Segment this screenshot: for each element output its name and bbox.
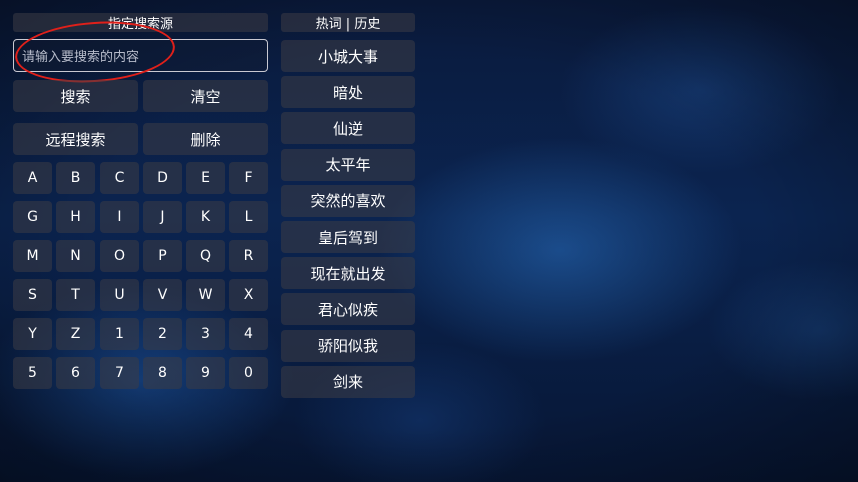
key-button[interactable]: 6 [56, 357, 95, 389]
hot-history-header[interactable]: 热词 | 历史 [281, 13, 415, 32]
key-button[interactable]: 8 [143, 357, 182, 389]
key-button[interactable]: W [186, 279, 225, 311]
key-button[interactable]: D [143, 162, 182, 194]
hot-word-item[interactable]: 皇后驾到 [281, 221, 415, 253]
key-button[interactable]: R [229, 240, 268, 272]
key-button[interactable]: U [100, 279, 139, 311]
key-button[interactable]: E [186, 162, 225, 194]
key-button[interactable]: F [229, 162, 268, 194]
hot-word-item[interactable]: 暗处 [281, 76, 415, 109]
hot-word-item[interactable]: 骄阳似我 [281, 329, 415, 362]
hot-word-item[interactable]: 太平年 [281, 148, 415, 181]
hot-word-item[interactable]: 剑来 [281, 365, 415, 398]
key-button[interactable]: V [143, 279, 182, 311]
key-button[interactable]: N [56, 240, 95, 272]
key-button[interactable]: H [56, 201, 95, 233]
key-button[interactable]: 4 [229, 318, 268, 350]
key-button[interactable]: 3 [186, 318, 225, 350]
key-button[interactable]: T [56, 279, 95, 311]
key-button[interactable]: L [229, 201, 268, 233]
key-button[interactable]: P [143, 240, 182, 272]
remote-search-button[interactable]: 远程搜索 [13, 123, 138, 155]
key-button[interactable]: O [100, 240, 139, 272]
search-button[interactable]: 搜索 [13, 80, 138, 112]
hot-word-item[interactable]: 小城大事 [281, 40, 415, 72]
key-button[interactable]: A [13, 162, 52, 194]
key-button[interactable]: S [13, 279, 52, 311]
key-button[interactable]: Q [186, 240, 225, 272]
key-button[interactable]: B [56, 162, 95, 194]
key-button[interactable]: 1 [100, 318, 139, 350]
key-button[interactable]: J [143, 201, 182, 233]
key-button[interactable]: C [100, 162, 139, 194]
hot-word-item[interactable]: 君心似疾 [281, 293, 415, 326]
hot-word-item[interactable]: 现在就出发 [281, 257, 415, 290]
hot-word-item[interactable]: 仙逆 [281, 112, 415, 145]
key-button[interactable]: M [13, 240, 52, 272]
key-button[interactable]: 0 [229, 357, 268, 389]
key-button[interactable]: G [13, 201, 52, 233]
hot-word-item[interactable]: 突然的喜欢 [281, 184, 415, 217]
delete-button[interactable]: 删除 [143, 123, 268, 155]
key-button[interactable]: I [100, 201, 139, 233]
clear-button[interactable]: 清空 [143, 80, 268, 112]
key-button[interactable]: Z [56, 318, 95, 350]
key-button[interactable]: Y [13, 318, 52, 350]
key-button[interactable]: 9 [186, 357, 225, 389]
key-button[interactable]: X [229, 279, 268, 311]
key-button[interactable]: 2 [143, 318, 182, 350]
key-button[interactable]: K [186, 201, 225, 233]
key-button[interactable]: 7 [100, 357, 139, 389]
key-button[interactable]: 5 [13, 357, 52, 389]
